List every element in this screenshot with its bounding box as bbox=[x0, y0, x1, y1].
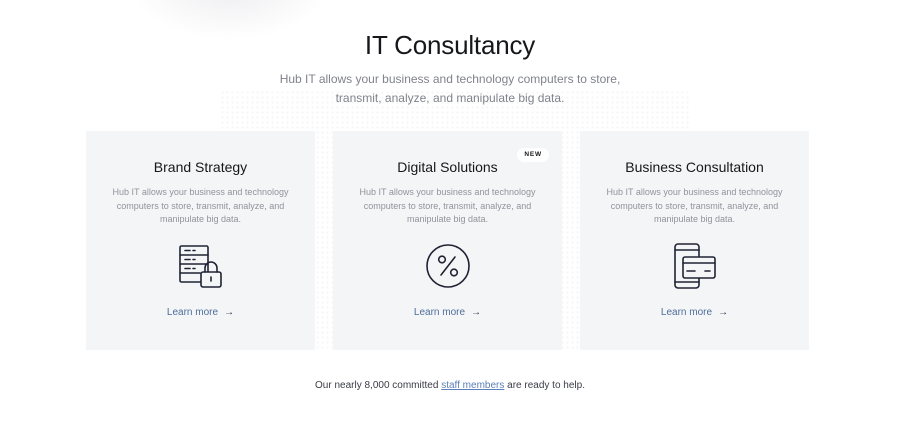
staff-members-link[interactable]: staff members bbox=[441, 380, 504, 391]
card-title: Digital Solutions bbox=[397, 159, 498, 175]
learn-more-label: Learn more bbox=[413, 307, 466, 318]
footer-text-before: Our nearly 8,000 committed bbox=[315, 380, 439, 391]
service-card-brand-strategy: Brand Strategy Hub IT allows your busine… bbox=[86, 131, 315, 350]
card-description: Hub IT allows your business and technolo… bbox=[606, 187, 783, 224]
card-title: Brand Strategy bbox=[153, 159, 248, 175]
server-lock-icon bbox=[176, 241, 226, 291]
mobile-card-icon bbox=[670, 241, 720, 291]
learn-more-label: Learn more bbox=[660, 307, 713, 318]
card-description: Hub IT allows your business and technolo… bbox=[112, 187, 289, 224]
arrow-right-icon: → bbox=[224, 307, 235, 318]
service-card-digital-solutions: NEW Digital Solutions Hub IT allows your… bbox=[333, 131, 562, 350]
section-subtitle: Hub IT allows your business and technolo… bbox=[279, 72, 621, 105]
percent-icon bbox=[423, 241, 473, 291]
learn-more-link[interactable]: Learn more → bbox=[86, 307, 315, 318]
section-title: IT Consultancy bbox=[364, 30, 536, 60]
learn-more-link[interactable]: Learn more → bbox=[580, 307, 809, 318]
learn-more-link[interactable]: Learn more → bbox=[333, 307, 562, 318]
card-description: Hub IT allows your business and technolo… bbox=[359, 187, 536, 224]
service-card-business-consultation: Business Consultation Hub IT allows your… bbox=[580, 131, 809, 350]
footer-help-text: Our nearly 8,000 committed staff members… bbox=[0, 380, 900, 391]
footer-text-after: are ready to help. bbox=[507, 380, 585, 391]
card-title: Business Consultation bbox=[625, 159, 764, 175]
arrow-right-icon: → bbox=[718, 307, 729, 318]
arrow-right-icon: → bbox=[471, 307, 482, 318]
learn-more-label: Learn more bbox=[166, 307, 219, 318]
